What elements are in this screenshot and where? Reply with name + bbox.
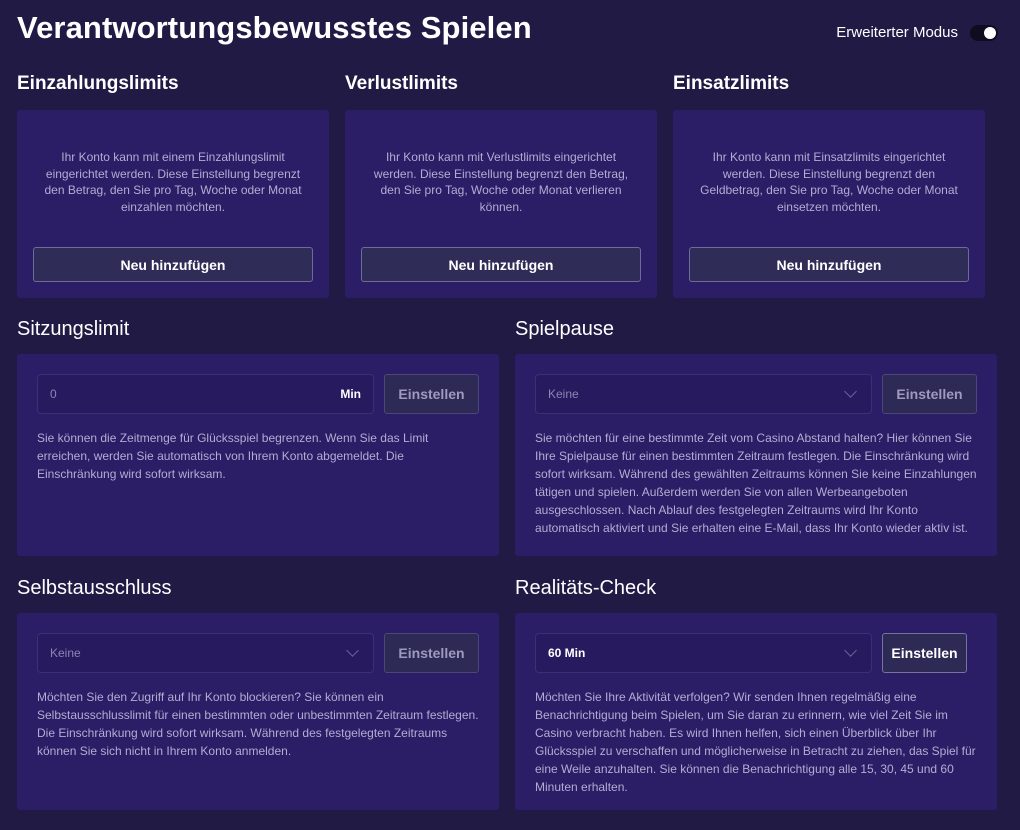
page-title: Verantwortungsbewusstes Spielen — [17, 10, 532, 45]
game-pause-select[interactable]: Keine — [535, 374, 872, 414]
session-limit-set-button[interactable]: Einstellen — [384, 374, 479, 414]
reality-check-selected: 60 Min — [548, 646, 586, 660]
self-exclusion-selected: Keine — [50, 646, 81, 660]
self-exclusion-select[interactable]: Keine — [37, 633, 374, 673]
advanced-mode-switch[interactable] — [970, 24, 998, 41]
self-exclusion-title: Selbstausschluss — [17, 577, 172, 599]
switch-knob — [984, 26, 996, 39]
reality-check-select[interactable]: 60 Min — [535, 633, 872, 673]
minutes-suffix: Min — [340, 387, 361, 401]
game-pause-set-button[interactable]: Einstellen — [882, 374, 977, 414]
reality-check-title: Realitäts-Check — [515, 577, 657, 599]
loss-limits-description: Ihr Konto kann mit Verlustlimits eingeri… — [373, 150, 629, 214]
self-exclusion-set-button[interactable]: Einstellen — [384, 633, 479, 673]
session-limit-description: Sie können die Zeitmenge für Glücksspiel… — [37, 431, 429, 481]
deposit-limits-description: Ihr Konto kann mit einem Einzahlungslimi… — [44, 150, 302, 214]
session-limit-value: 0 — [50, 387, 57, 401]
game-pause-selected: Keine — [548, 387, 579, 401]
wager-limits-description: Ihr Konto kann mit Einsatzlimits eingeri… — [700, 150, 958, 214]
session-limit-card: 0 Min Einstellen Sie können die Zeitmeng… — [17, 354, 499, 556]
loss-limits-card: Ihr Konto kann mit Verlustlimits eingeri… — [345, 110, 657, 298]
deposit-limits-title: Einzahlungslimits — [17, 73, 179, 94]
add-loss-limit-button[interactable]: Neu hinzufügen — [361, 247, 641, 282]
add-deposit-limit-button[interactable]: Neu hinzufügen — [33, 247, 313, 282]
reality-check-card: 60 Min Einstellen Möchten Sie Ihre Aktiv… — [515, 613, 997, 810]
session-limit-title: Sitzungslimit — [17, 318, 130, 340]
session-limit-input[interactable]: 0 Min — [37, 374, 374, 414]
self-exclusion-card: Keine Einstellen Möchten Sie den Zugriff… — [17, 613, 499, 810]
chevron-down-icon — [844, 385, 857, 398]
game-pause-title: Spielpause — [515, 318, 614, 340]
advanced-mode-label: Erweiterter Modus — [836, 24, 958, 41]
wager-limits-card: Ihr Konto kann mit Einsatzlimits eingeri… — [673, 110, 985, 298]
add-wager-limit-button[interactable]: Neu hinzufügen — [689, 247, 969, 282]
game-pause-card: Keine Einstellen Sie möchten für eine be… — [515, 354, 997, 556]
reality-check-description: Möchten Sie Ihre Aktivität verfolgen? Wi… — [535, 690, 976, 794]
self-exclusion-description: Möchten Sie den Zugriff auf Ihr Konto bl… — [37, 690, 479, 758]
reality-check-set-button[interactable]: Einstellen — [882, 633, 967, 673]
wager-limits-title: Einsatzlimits — [673, 73, 790, 94]
chevron-down-icon — [346, 644, 359, 657]
chevron-down-icon — [844, 644, 857, 657]
deposit-limits-card: Ihr Konto kann mit einem Einzahlungslimi… — [17, 110, 329, 298]
advanced-mode-toggle: Erweiterter Modus — [836, 24, 998, 41]
game-pause-description: Sie möchten für eine bestimmte Zeit vom … — [535, 431, 977, 535]
loss-limits-title: Verlustlimits — [345, 73, 458, 94]
